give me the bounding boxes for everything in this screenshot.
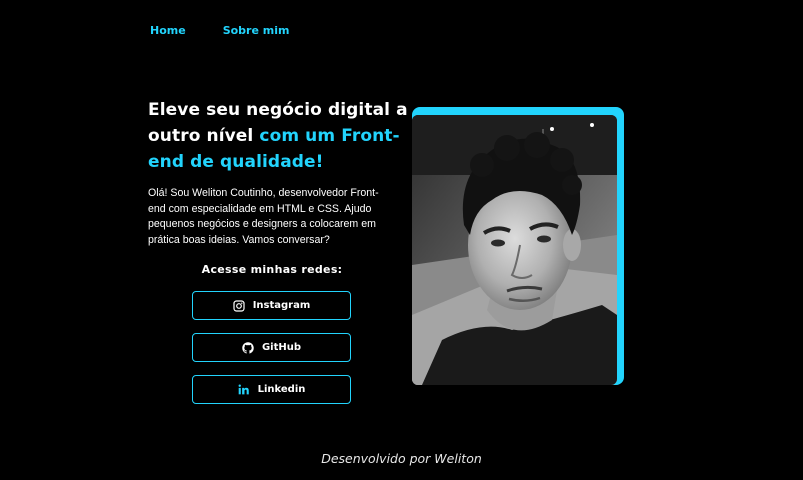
page: Home Sobre mim Eleve seu negócio digital… — [0, 0, 803, 480]
nav-home-link[interactable]: Home — [150, 24, 186, 37]
linkedin-label: Linkedin — [257, 384, 306, 395]
footer-credit: Desenvolvido por Weliton — [321, 451, 482, 466]
instagram-label: Instagram — [252, 300, 311, 311]
github-label: GitHub — [261, 342, 302, 353]
social-title: Acesse minhas redes: — [201, 263, 343, 276]
hero-headline: Eleve seu negócio digital a outro nível … — [148, 97, 408, 175]
top-nav: Home Sobre mim — [150, 24, 289, 37]
instagram-icon — [233, 299, 245, 312]
github-button[interactable]: GitHub — [192, 333, 351, 362]
profile-photo — [412, 115, 617, 385]
instagram-button[interactable]: Instagram — [192, 291, 351, 320]
intro-paragraph: Olá! Sou Weliton Coutinho, desenvolvedor… — [148, 187, 379, 246]
github-icon — [242, 341, 254, 354]
nav-about-link[interactable]: Sobre mim — [223, 24, 290, 37]
linkedin-button[interactable]: Linkedin — [192, 375, 351, 404]
linkedin-icon — [238, 384, 250, 396]
